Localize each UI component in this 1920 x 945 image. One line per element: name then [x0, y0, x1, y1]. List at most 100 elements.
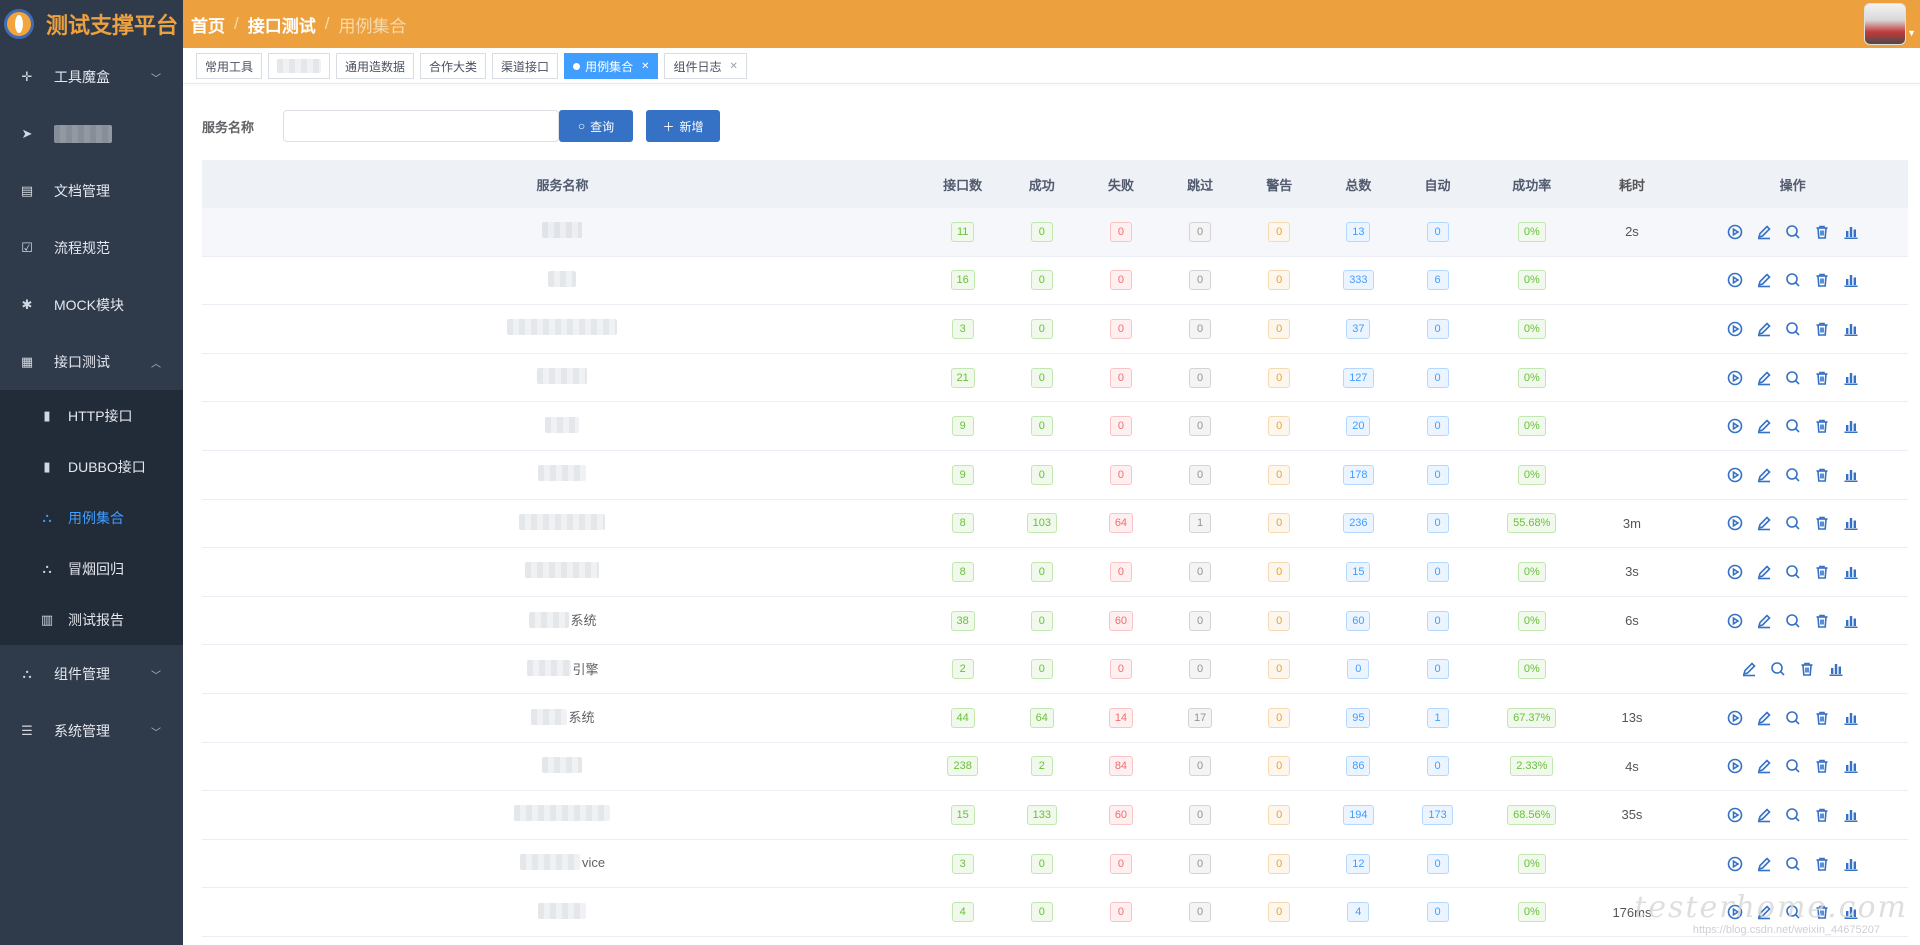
search-icon[interactable] — [1784, 369, 1802, 387]
sidebar-item-case-collection[interactable]: ⛬ 用例集合 — [0, 492, 183, 543]
table-row[interactable]: 系统 38 0 60 0 0 60 0 0% 6s — [202, 597, 1908, 646]
bar-chart-icon[interactable] — [1842, 612, 1860, 630]
bar-chart-icon[interactable] — [1842, 417, 1860, 435]
search-icon[interactable] — [1784, 757, 1802, 775]
table-row[interactable]: 21 0 0 0 0 127 0 0% — [202, 354, 1908, 403]
bar-chart-icon[interactable] — [1842, 757, 1860, 775]
bar-chart-icon[interactable] — [1842, 369, 1860, 387]
search-icon[interactable] — [1784, 709, 1802, 727]
edit-icon[interactable] — [1755, 466, 1773, 484]
search-icon[interactable] — [1784, 417, 1802, 435]
bar-chart-icon[interactable] — [1842, 806, 1860, 824]
run-icon[interactable] — [1726, 466, 1744, 484]
sidebar-item-dubbo[interactable]: ▮ DUBBO接口 — [0, 441, 183, 492]
bar-chart-icon[interactable] — [1842, 271, 1860, 289]
bar-chart-icon[interactable] — [1842, 514, 1860, 532]
tag-data-gen[interactable]: 通用造数据 — [336, 53, 415, 79]
edit-icon[interactable] — [1755, 855, 1773, 873]
edit-icon[interactable] — [1755, 320, 1773, 338]
delete-icon[interactable] — [1813, 466, 1831, 484]
table-row[interactable]: 8 103 64 1 0 236 0 55.68% 3m — [202, 500, 1908, 549]
table-row[interactable]: 9 0 0 0 0 178 0 0% — [202, 451, 1908, 500]
tag-case-collection[interactable]: 用例集合 ✕ — [564, 53, 659, 79]
delete-icon[interactable] — [1813, 223, 1831, 241]
delete-icon[interactable] — [1813, 709, 1831, 727]
run-icon[interactable] — [1726, 612, 1744, 630]
run-icon[interactable] — [1726, 369, 1744, 387]
table-row[interactable]: 引擎 2 0 0 0 0 0 0 0% — [202, 645, 1908, 694]
table-row[interactable]: 8 0 0 0 0 15 0 0% 3s — [202, 548, 1908, 597]
search-icon[interactable] — [1784, 855, 1802, 873]
run-icon[interactable] — [1726, 757, 1744, 775]
sidebar-item-report[interactable]: ▥ 测试报告 — [0, 594, 183, 645]
run-icon[interactable] — [1726, 709, 1744, 727]
table-row[interactable]: 15 133 60 0 0 194 173 68.56% 35s — [202, 791, 1908, 840]
delete-icon[interactable] — [1813, 417, 1831, 435]
search-button[interactable]: ○ 查询 — [559, 110, 633, 142]
bar-chart-icon[interactable] — [1842, 466, 1860, 484]
search-icon[interactable] — [1784, 612, 1802, 630]
bar-chart-icon[interactable] — [1842, 563, 1860, 581]
delete-icon[interactable] — [1813, 855, 1831, 873]
sidebar-item-system[interactable]: ☰ 系统管理 ﹀ — [0, 702, 183, 759]
edit-icon[interactable] — [1755, 709, 1773, 727]
bar-chart-icon[interactable] — [1842, 223, 1860, 241]
run-icon[interactable] — [1726, 320, 1744, 338]
breadcrumb-api-testing[interactable]: 接口测试 — [248, 12, 316, 37]
search-icon[interactable] — [1784, 563, 1802, 581]
table-row[interactable]: vice 3 0 0 0 0 12 0 0% — [202, 840, 1908, 889]
search-icon[interactable] — [1784, 466, 1802, 484]
delete-icon[interactable] — [1813, 612, 1831, 630]
bar-chart-icon[interactable] — [1842, 855, 1860, 873]
table-row[interactable]: 11 0 0 0 0 13 0 0% 2s — [202, 208, 1908, 257]
sidebar-item-http[interactable]: ▮ HTTP接口 — [0, 390, 183, 441]
close-icon[interactable]: ✕ — [729, 61, 737, 72]
table-row[interactable]: 16 0 0 0 0 333 6 0% — [202, 257, 1908, 306]
avatar[interactable] — [1864, 3, 1906, 45]
caret-down-icon[interactable]: ▼ — [1907, 28, 1916, 38]
bar-chart-icon[interactable] — [1842, 320, 1860, 338]
sidebar-item-process[interactable]: ☑ 流程规范 — [0, 219, 183, 276]
tag-common-tools[interactable]: 常用工具 — [196, 53, 263, 79]
tag-blurred[interactable] — [268, 53, 331, 79]
close-icon[interactable]: ✕ — [641, 61, 649, 72]
tag-coop[interactable]: 合作大类 — [420, 53, 487, 79]
edit-icon[interactable] — [1740, 660, 1758, 678]
delete-icon[interactable] — [1813, 320, 1831, 338]
edit-icon[interactable] — [1755, 806, 1773, 824]
run-icon[interactable] — [1726, 223, 1744, 241]
edit-icon[interactable] — [1755, 757, 1773, 775]
search-input[interactable] — [283, 110, 559, 142]
edit-icon[interactable] — [1755, 612, 1773, 630]
delete-icon[interactable] — [1813, 514, 1831, 532]
edit-icon[interactable] — [1755, 514, 1773, 532]
run-icon[interactable] — [1726, 806, 1744, 824]
edit-icon[interactable] — [1755, 563, 1773, 581]
sidebar-item-smoke[interactable]: ⛬ 冒烟回归 — [0, 543, 183, 594]
logo[interactable]: 测试支撑平台 — [0, 0, 183, 48]
delete-icon[interactable] — [1813, 563, 1831, 581]
sidebar-item-mock[interactable]: ✱ MOCK模块 — [0, 276, 183, 333]
table-row[interactable]: 3 0 0 0 0 37 0 0% — [202, 305, 1908, 354]
sidebar-item-toolbox[interactable]: ✛ 工具魔盒 ﹀ — [0, 48, 183, 105]
sidebar-item-components[interactable]: ⛬ 组件管理 ﹀ — [0, 645, 183, 702]
run-icon[interactable] — [1726, 417, 1744, 435]
edit-icon[interactable] — [1755, 223, 1773, 241]
search-icon[interactable] — [1784, 271, 1802, 289]
run-icon[interactable] — [1726, 563, 1744, 581]
search-icon[interactable] — [1784, 223, 1802, 241]
tag-component-log[interactable]: 组件日志 ✕ — [664, 53, 747, 79]
breadcrumb-home[interactable]: 首页 — [191, 12, 225, 37]
sidebar-item-docs[interactable]: ▤ 文档管理 — [0, 162, 183, 219]
run-icon[interactable] — [1726, 271, 1744, 289]
add-button[interactable]: ＋ 新增 — [646, 110, 720, 142]
bar-chart-icon[interactable] — [1827, 660, 1845, 678]
delete-icon[interactable] — [1813, 806, 1831, 824]
delete-icon[interactable] — [1813, 369, 1831, 387]
search-icon[interactable] — [1784, 806, 1802, 824]
search-icon[interactable] — [1784, 320, 1802, 338]
table-row[interactable]: 238 2 84 0 0 86 0 2.33% 4s — [202, 743, 1908, 792]
edit-icon[interactable] — [1755, 417, 1773, 435]
edit-icon[interactable] — [1755, 271, 1773, 289]
run-icon[interactable] — [1726, 855, 1744, 873]
